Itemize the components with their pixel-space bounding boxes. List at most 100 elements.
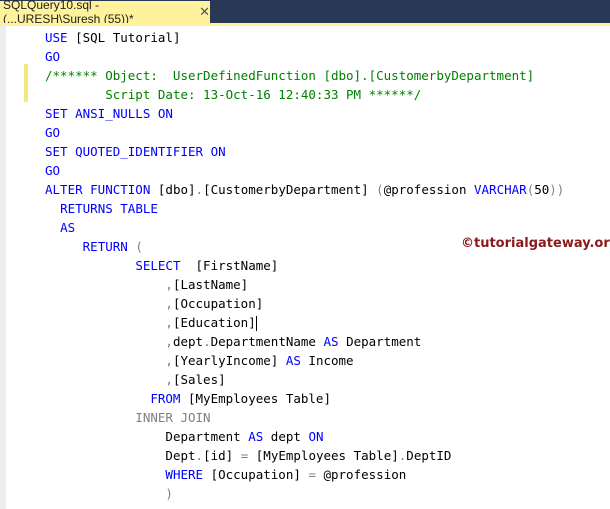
- code-line: ALTER FUNCTION [dbo].[CustomerbyDepartme…: [45, 180, 564, 199]
- code-token: Income: [308, 353, 354, 368]
- code-token: [YearlyIncome]: [172, 353, 286, 368]
- code-token: 50: [534, 182, 550, 197]
- code-line: ,[Sales]: [45, 370, 564, 389]
- code-token: [Occupation]: [210, 467, 309, 482]
- code-token: @profession: [383, 182, 474, 197]
- document-tab[interactable]: SQLQuery10.sql - (...URESH\Suresh (55))*…: [0, 0, 210, 26]
- code-token: [MyEmployees Table]: [255, 448, 399, 463]
- code-token: [Sales]: [172, 372, 226, 387]
- code-token: ,: [165, 315, 173, 330]
- code-token: Dept: [165, 448, 196, 463]
- code-token: [Occupation]: [172, 296, 264, 311]
- code-token: =: [240, 448, 256, 463]
- code-line: ): [45, 484, 564, 503]
- code-line: /****** Object: UserDefinedFunction [dbo…: [45, 66, 564, 85]
- code-token: /****** Object: UserDefinedFunction [dbo…: [45, 68, 535, 83]
- code-token: @profession: [323, 467, 407, 482]
- code-line: Department AS dept ON: [45, 427, 564, 446]
- code-token: DepartmentName: [210, 334, 324, 349]
- code-token: SET QUOTED_IDENTIFIER ON: [45, 144, 226, 159]
- code-token: Department: [346, 334, 422, 349]
- code-token: [CustomerbyDepartment]: [203, 182, 377, 197]
- code-token: ON: [308, 429, 324, 444]
- code-token: AS: [323, 334, 347, 349]
- code-token: ,: [165, 353, 173, 368]
- code-token: [LastName]: [172, 277, 249, 292]
- code-line: ,[YearlyIncome] AS Income: [45, 351, 564, 370]
- code-token: [MyEmployees Table]: [188, 391, 331, 406]
- code-token: AS: [60, 220, 76, 235]
- code-token: USE: [45, 30, 76, 45]
- code-line: WHERE [Occupation] = @profession: [45, 465, 564, 484]
- code-line: Script Date: 13-Oct-16 12:40:33 PM *****…: [45, 85, 564, 104]
- code-editor[interactable]: USE [SQL Tutorial] GO /****** Object: User…: [0, 26, 610, 509]
- code-line: RETURNS TABLE: [45, 199, 564, 218]
- code-line: USE [SQL Tutorial]: [45, 28, 564, 47]
- code-token: DeptID: [406, 448, 452, 463]
- code-token: .: [195, 448, 204, 463]
- code-token: INNER JOIN: [135, 410, 211, 425]
- code-token: (: [376, 182, 384, 197]
- code-line: ,[LastName]: [45, 275, 564, 294]
- code-token: Script Date: 13-Oct-16 12:40:33 PM *****…: [45, 87, 422, 102]
- code-token: SELECT: [135, 258, 196, 273]
- code-token: [Education]: [172, 315, 256, 330]
- sql-code[interactable]: USE [SQL Tutorial] GO /****** Object: User…: [45, 28, 564, 503]
- code-line: SET QUOTED_IDENTIFIER ON: [45, 142, 564, 161]
- code-token: GO: [45, 163, 61, 178]
- code-token: (: [135, 239, 143, 254]
- code-token: ,: [165, 334, 173, 349]
- code-token: VARCHAR: [474, 182, 527, 197]
- code-line: ,[Occupation]: [45, 294, 564, 313]
- code-token: )): [549, 182, 565, 197]
- code-token: FROM: [150, 391, 188, 406]
- change-marker: [24, 64, 28, 102]
- code-line: ,dept.DepartmentName AS Department: [45, 332, 564, 351]
- code-token: Department: [165, 429, 249, 444]
- code-token: =: [308, 467, 324, 482]
- code-token: AS: [248, 429, 271, 444]
- code-token: RETURN: [82, 239, 136, 254]
- code-token: [id]: [203, 448, 241, 463]
- code-line: GO: [45, 123, 564, 142]
- text-caret: [255, 316, 257, 331]
- code-line: INNER JOIN: [45, 408, 564, 427]
- code-token: SET ANSI_NULLS ON: [45, 106, 173, 121]
- code-line: GO: [45, 161, 564, 180]
- code-token: GO: [45, 49, 61, 64]
- code-line: SELECT [FirstName]: [45, 256, 564, 275]
- code-token: ,: [165, 372, 173, 387]
- code-token: RETURNS TABLE: [60, 201, 158, 216]
- code-line: GO: [45, 47, 564, 66]
- code-token: .: [195, 182, 204, 197]
- code-line: FROM [MyEmployees Table]: [45, 389, 564, 408]
- code-token: WHERE: [165, 467, 211, 482]
- close-icon[interactable]: ✕: [199, 4, 210, 20]
- code-token: dept: [270, 429, 309, 444]
- code-token: ): [165, 486, 173, 501]
- code-token: ALTER FUNCTION: [45, 182, 158, 197]
- code-token: GO: [45, 125, 61, 140]
- code-token: [SQL Tutorial]: [75, 30, 181, 45]
- code-line: SET ANSI_NULLS ON: [45, 104, 564, 123]
- code-line: Dept.[id] = [MyEmployees Table].DeptID: [45, 446, 564, 465]
- code-token: .: [203, 334, 211, 349]
- code-token: AS: [285, 353, 309, 368]
- code-token: ,: [165, 277, 173, 292]
- code-token: ,: [165, 296, 173, 311]
- code-token: [FirstName]: [195, 258, 279, 273]
